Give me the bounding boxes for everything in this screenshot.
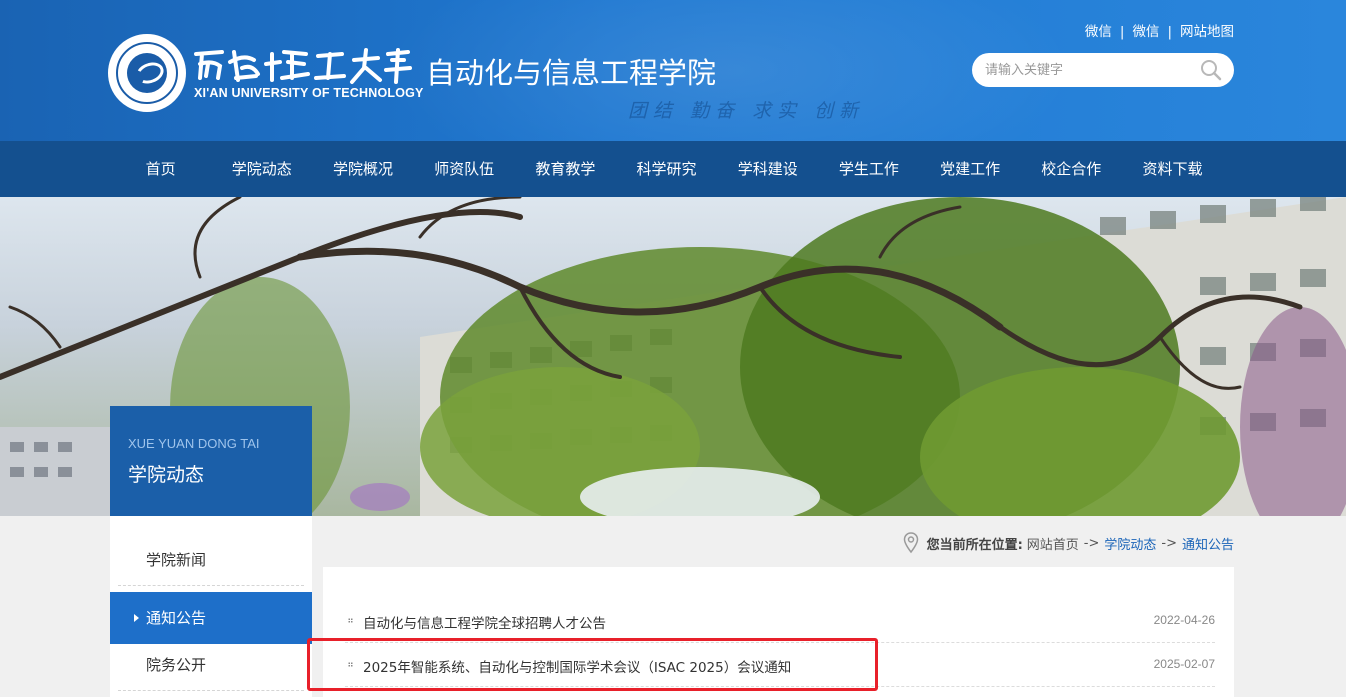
list-item[interactable]: 2025年智能系统、自动化与控制国际学术会议（ISAC 2025）会议通知 20… bbox=[345, 643, 1215, 687]
sitemap-link[interactable]: 网站地图 bbox=[1180, 24, 1234, 40]
search-box bbox=[972, 53, 1234, 87]
wechat-link-1[interactable]: 微信 bbox=[1085, 24, 1112, 40]
nav-item-news[interactable]: 学院动态 bbox=[211, 141, 312, 197]
college-title: 自动化与信息工程学院 bbox=[426, 56, 717, 90]
list-item[interactable]: 自动化与信息工程学院全球招聘人才公告 2022-04-26 bbox=[345, 599, 1215, 643]
bullet-icon bbox=[348, 662, 353, 667]
nav-item-research[interactable]: 科学研究 bbox=[616, 141, 717, 197]
divider: | bbox=[1119, 24, 1125, 40]
notice-date: 2025-02-07 bbox=[1153, 657, 1215, 671]
university-seal-logo[interactable] bbox=[108, 34, 186, 112]
notice-date: 2022-04-26 bbox=[1153, 613, 1215, 627]
nav-item-education[interactable]: 教育教学 bbox=[515, 141, 616, 197]
breadcrumb-label: 您当前所在位置: bbox=[926, 537, 1023, 553]
sidebar-item-college-news[interactable]: 学院新闻 bbox=[118, 534, 304, 586]
nav-item-party[interactable]: 党建工作 bbox=[920, 141, 1021, 197]
nav-item-discipline[interactable]: 学科建设 bbox=[717, 141, 818, 197]
university-english-name: XI'AN UNIVERSITY OF TECHNOLOGY bbox=[194, 86, 424, 100]
nav-item-students[interactable]: 学生工作 bbox=[818, 141, 919, 197]
sidebar-heading-cn: 学院动态 bbox=[128, 464, 205, 486]
location-pin-icon bbox=[903, 532, 918, 554]
nav-item-downloads[interactable]: 资料下载 bbox=[1122, 141, 1223, 197]
breadcrumb-notices[interactable]: 通知公告 bbox=[1182, 534, 1234, 553]
divider: | bbox=[1167, 24, 1172, 40]
seal-emblem bbox=[127, 53, 167, 93]
search-icon[interactable] bbox=[1200, 59, 1222, 81]
notice-title[interactable]: 自动化与信息工程学院全球招聘人才公告 bbox=[363, 612, 606, 632]
bullet-icon bbox=[348, 618, 353, 623]
site-header: XI'AN UNIVERSITY OF TECHNOLOGY 自动化与信息工程学… bbox=[0, 0, 1346, 141]
breadcrumb-arrow: -> bbox=[1083, 535, 1100, 551]
breadcrumb-arrow: -> bbox=[1161, 535, 1177, 551]
nav-item-cooperation[interactable]: 校企合作 bbox=[1021, 141, 1122, 197]
notice-title[interactable]: 2025年智能系统、自动化与控制国际学术会议（ISAC 2025）会议通知 bbox=[363, 656, 791, 676]
breadcrumb-home[interactable]: 网站首页 bbox=[1027, 534, 1079, 553]
notice-list: 自动化与信息工程学院全球招聘人才公告 2022-04-26 2025年智能系统、… bbox=[323, 567, 1234, 697]
search-input[interactable] bbox=[985, 60, 1185, 80]
nav-item-faculty[interactable]: 师资队伍 bbox=[414, 141, 515, 197]
nav-item-overview[interactable]: 学院概况 bbox=[312, 141, 413, 197]
university-calligraphy-logo[interactable] bbox=[192, 44, 412, 86]
top-links: 微信 | 微信 | 网站地图 bbox=[1085, 20, 1234, 40]
breadcrumb-college-news[interactable]: 学院动态 bbox=[1104, 534, 1156, 553]
nav-item-home[interactable]: 首页 bbox=[110, 141, 211, 197]
college-motto: 团结 勤奋 求实 创新 bbox=[628, 100, 865, 122]
sidebar-heading-en: XUE YUAN DONG TAI bbox=[128, 436, 260, 451]
sidebar-menu: 学院新闻 通知公告 院务公开 bbox=[110, 516, 312, 697]
breadcrumb: 您当前所在位置: 网站首页 -> 学院动态 -> 通知公告 bbox=[903, 532, 1234, 554]
wechat-link-2[interactable]: 微信 bbox=[1132, 24, 1159, 40]
sidebar-heading: XUE YUAN DONG TAI 学院动态 bbox=[110, 406, 312, 523]
sidebar-item-affairs[interactable]: 院务公开 bbox=[118, 639, 304, 691]
sidebar-item-notices[interactable]: 通知公告 bbox=[110, 592, 312, 644]
main-nav: 首页 学院动态 学院概况 师资队伍 教育教学 科学研究 学科建设 学生工作 党建… bbox=[0, 141, 1346, 197]
